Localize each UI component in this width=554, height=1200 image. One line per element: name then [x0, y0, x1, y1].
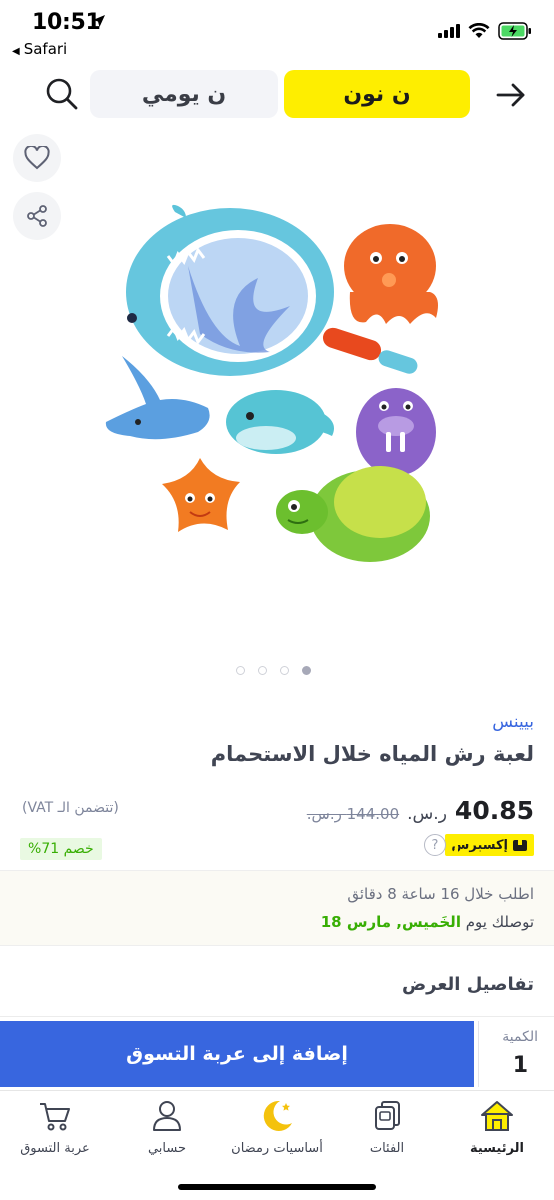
package-icon: [513, 840, 527, 851]
share-button[interactable]: [13, 192, 61, 240]
nav-ramadan[interactable]: أساسيات رمضان: [222, 1097, 332, 1167]
back-triangle-icon: ◀: [12, 46, 20, 57]
location-arrow-icon: [93, 15, 105, 27]
old-price: 144.00 ر.س.: [306, 805, 400, 823]
arrow-right-icon: [496, 83, 525, 107]
product-image[interactable]: [90, 196, 460, 576]
currency: ر.س.: [407, 804, 447, 824]
nav-label-account: حسابي: [147, 1141, 187, 1156]
product-title: لعبة رش المياه خلال الاستحمام: [210, 742, 534, 766]
back-to-safari[interactable]: ◀ Safari: [12, 40, 67, 58]
nav-label-home: الرئيسية: [469, 1141, 525, 1156]
wishlist-button[interactable]: [13, 134, 61, 182]
crescent-moon-icon: [263, 1100, 292, 1131]
delivery-info: اطلب خلال 16 ساعة 8 دقائق توصلك يوم الخَ…: [0, 870, 554, 946]
status-bar: 10:51 ◀ Safari: [0, 0, 554, 62]
top-header: ن يومي ن نون: [0, 66, 554, 122]
account-icon: [153, 1101, 181, 1131]
offer-details-heading[interactable]: تفاصيل العرض: [402, 974, 534, 995]
image-pagination: [236, 666, 311, 675]
heart-icon: [24, 146, 50, 170]
home-indicator: [178, 1184, 376, 1190]
brand-link[interactable]: بيينس: [492, 712, 534, 732]
tab-noon-yawmi[interactable]: ن يومي: [90, 70, 278, 118]
vat-note: (تتضمن الـ VAT): [22, 800, 119, 816]
quantity-selector[interactable]: الكمية 1: [478, 1021, 554, 1087]
home-icon: [481, 1101, 513, 1131]
nav-home[interactable]: الرئيسية: [442, 1097, 552, 1167]
status-icons: [438, 22, 532, 40]
octopus-toy: [344, 224, 438, 324]
quantity-value: 1: [512, 1053, 528, 1078]
express-badge-flag: [450, 834, 458, 856]
nav-account[interactable]: حسابي: [112, 1097, 222, 1167]
quantity-label: الكمية: [502, 1029, 538, 1045]
express-label: إكسبرس: [451, 837, 508, 853]
deliver-date: الخَميس, مارس 18: [320, 913, 461, 931]
current-price: 40.85: [454, 796, 534, 825]
signal-icon: [438, 24, 460, 38]
nav-label-ramadan: أساسيات رمضان: [231, 1141, 323, 1156]
nav-cart[interactable]: عربة التسوق: [0, 1097, 110, 1167]
starfish-toy: [162, 458, 240, 532]
status-time: 10:51: [32, 10, 101, 35]
delivery-estimate: توصلك يوم الخَميس, مارس 18: [321, 913, 534, 931]
back-app-label: Safari: [23, 40, 68, 58]
nav-label-cart: عربة التسوق: [20, 1141, 90, 1156]
discount-badge: خصم 71%: [20, 838, 102, 860]
search-icon: [46, 78, 78, 110]
share-icon: [27, 205, 47, 227]
categories-icon: [375, 1101, 400, 1130]
pagination-dot[interactable]: [258, 666, 267, 675]
deliver-prefix: توصلك يوم: [465, 913, 534, 931]
price-row: 40.85 ر.س. 144.00 ر.س.: [307, 796, 534, 825]
dolphin-toy: [226, 390, 334, 454]
back-button[interactable]: [494, 78, 528, 112]
add-to-cart-button[interactable]: إضافة إلى عربة التسوق: [0, 1021, 474, 1087]
express-badge: إكسبرس: [445, 834, 534, 856]
order-within: اطلب خلال 16 ساعة 8 دقائق: [347, 885, 534, 903]
nav-categories[interactable]: الفئات: [332, 1097, 442, 1167]
pagination-dot[interactable]: [236, 666, 245, 675]
add-to-cart-bar: إضافة إلى عربة التسوق الكمية 1: [0, 1016, 554, 1090]
search-button[interactable]: [44, 76, 80, 112]
turtle-toy: [276, 466, 430, 562]
bath-toys-illustration: [105, 204, 438, 562]
nav-label-categories: الفئات: [369, 1141, 405, 1156]
pagination-dot[interactable]: [280, 666, 289, 675]
battery-charging-icon: [498, 22, 531, 40]
help-icon[interactable]: ?: [424, 834, 446, 856]
pagination-dot[interactable]: [302, 666, 311, 675]
wifi-icon: [468, 23, 490, 38]
cart-icon: [40, 1103, 70, 1131]
walrus-toy: [356, 388, 436, 476]
tab-noon[interactable]: ن نون: [284, 70, 470, 118]
